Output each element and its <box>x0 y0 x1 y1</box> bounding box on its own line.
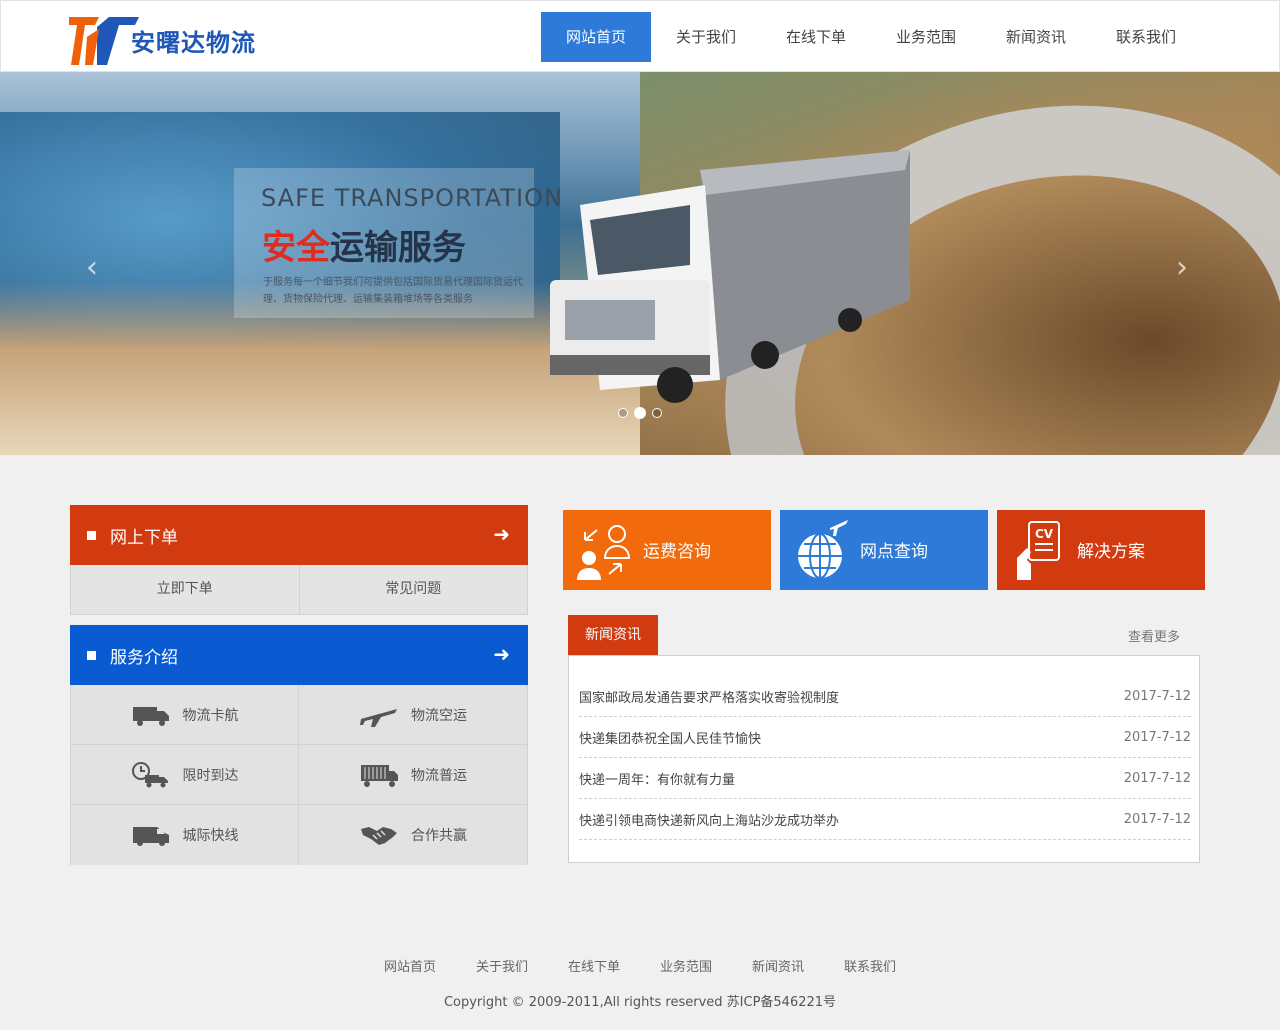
banner-description: 于服务每一个细节我们可提供包括国际货易代理国际货运代理、货物保险代理、运输集装箱… <box>263 277 523 305</box>
service-label: 城际快线 <box>182 828 239 844</box>
service-label: 物流卡航 <box>182 707 239 724</box>
service-item-general[interactable]: 物流普运 <box>299 745 527 805</box>
arrow-right-icon[interactable]: ➜ <box>493 642 510 666</box>
main-nav: 网站首页 关于我们 在线下单 业务范围 新闻资讯 联系我们 <box>541 12 1201 62</box>
footer-link-business[interactable]: 业务范围 <box>660 956 712 975</box>
order-panel-header: 网上下单 ➜ <box>70 505 528 565</box>
consult-icon <box>577 525 631 580</box>
news-title: 快递集团恭祝全国人民佳节愉快 <box>579 731 762 747</box>
copyright: Copyright © 2009-2011,All rights reserve… <box>443 995 837 1010</box>
truck-icon <box>132 706 169 726</box>
news-title: 国家邮政局发通告要求严格落实收寄验视制度 <box>579 690 840 706</box>
truck-image <box>550 150 910 403</box>
service-item-truck[interactable]: 物流卡航 <box>71 685 299 745</box>
tile-solutions[interactable]: CV 解决方案 <box>997 510 1205 590</box>
news-item[interactable]: 国家邮政局发通告要求严格落实收寄验视制度 2017-7-12 <box>579 676 1191 717</box>
service-item-air[interactable]: 物流空运 <box>299 685 527 745</box>
slider-dot-2[interactable] <box>634 407 646 419</box>
news-item[interactable]: 快递引领电商快递新风向上海站沙龙成功举办 2017-7-12 <box>579 799 1191 840</box>
news-date: 2017-7-12 <box>1123 811 1191 827</box>
van-icon <box>132 827 169 846</box>
logo-mark-icon <box>69 17 139 65</box>
banner-next-icon[interactable]: › <box>1176 250 1188 285</box>
news-list: 国家邮政局发通告要求严格落实收寄验视制度 2017-7-12 快递集团恭祝全国人… <box>579 676 1191 840</box>
brand-name: 安曙达物流 <box>131 29 256 57</box>
airplane-icon <box>360 708 397 727</box>
news-date: 2017-7-12 <box>1123 729 1191 745</box>
tile-label: 解决方案 <box>1077 542 1145 562</box>
service-label: 合作共赢 <box>411 828 467 844</box>
banner-title-en: SAFE TRANSPORTATION <box>261 184 563 212</box>
svg-text:CV: CV <box>1035 527 1054 541</box>
globe-plane-icon <box>798 520 848 579</box>
service-panel-header: 服务介绍 ➜ <box>70 625 528 685</box>
nav-about[interactable]: 关于我们 <box>651 12 761 62</box>
news-date: 2017-7-12 <box>1123 770 1191 786</box>
banner-title-cn-red: 安全 <box>262 228 330 268</box>
service-label: 限时到达 <box>182 767 239 784</box>
news-title: 快递一周年：有你就有力量 <box>579 772 736 788</box>
news-title: 快递引领电商快递新风向上海站沙龙成功举办 <box>579 813 840 829</box>
order-buttons: 立即下单 常见问题 <box>70 565 528 615</box>
tile-freight-consult[interactable]: 运费咨询 <box>563 510 771 590</box>
tile-label: 网点查询 <box>860 542 928 562</box>
banner-title-cn: 安全运输服务 <box>262 220 466 269</box>
footer-link-contact[interactable]: 联系我们 <box>844 956 896 975</box>
arrow-right-icon[interactable]: ➜ <box>493 522 510 546</box>
service-label: 物流普运 <box>411 767 467 784</box>
news-item[interactable]: 快递一周年：有你就有力量 2017-7-12 <box>579 758 1191 799</box>
tile-label: 运费咨询 <box>643 542 711 562</box>
service-label: 物流空运 <box>411 707 467 724</box>
news-tab[interactable]: 新闻资讯 <box>568 615 658 655</box>
cv-icon: CV <box>1017 521 1060 580</box>
faq-button[interactable]: 常见问题 <box>298 565 527 614</box>
handshake-icon <box>361 827 397 845</box>
service-item-intercity[interactable]: 城际快线 <box>71 805 299 865</box>
nav-business[interactable]: 业务范围 <box>871 12 981 62</box>
footer-link-home[interactable]: 网站首页 <box>384 956 436 975</box>
order-panel-title: 网上下单 <box>110 528 178 548</box>
news-date: 2017-7-12 <box>1123 688 1191 704</box>
nav-order[interactable]: 在线下单 <box>761 12 871 62</box>
slider-dots <box>618 407 662 419</box>
hero-banner: SAFE TRANSPORTATION 安全运输服务 于服务每一个细节我们可提供… <box>0 72 1280 455</box>
slider-dot-3[interactable] <box>652 408 662 418</box>
news-box: 国家邮政局发通告要求严格落实收寄验视制度 2017-7-12 快递集团恭祝全国人… <box>568 655 1200 863</box>
slider-dot-1[interactable] <box>618 408 628 418</box>
footer-link-news[interactable]: 新闻资讯 <box>752 956 804 975</box>
service-item-cooperation[interactable]: 合作共赢 <box>299 805 527 865</box>
nav-home[interactable]: 网站首页 <box>541 12 651 62</box>
nav-news[interactable]: 新闻资讯 <box>981 12 1091 62</box>
square-bullet-icon <box>87 651 96 660</box>
footer-link-about[interactable]: 关于我们 <box>476 956 528 975</box>
nav-contact[interactable]: 联系我们 <box>1091 12 1201 62</box>
footer-link-order[interactable]: 在线下单 <box>568 956 620 975</box>
clock-truck-icon <box>131 761 168 787</box>
logo[interactable]: 安曙达物流 <box>69 13 269 67</box>
service-grid: 物流卡航 物流空运 限时到达 物流普运 城际快线 合作共赢 <box>70 685 528 865</box>
service-item-timed[interactable]: 限时到达 <box>71 745 299 805</box>
tile-branch-search[interactable]: 网点查询 <box>780 510 988 590</box>
site-header: 安曙达物流 网站首页 关于我们 在线下单 业务范围 新闻资讯 联系我们 <box>0 0 1280 72</box>
news-more-link[interactable]: 查看更多 <box>1128 626 1180 645</box>
order-now-button[interactable]: 立即下单 <box>71 565 299 614</box>
banner-title-cn-dark: 运输服务 <box>330 228 466 268</box>
square-bullet-icon <box>87 531 96 540</box>
news-item[interactable]: 快递集团恭祝全国人民佳节愉快 2017-7-12 <box>579 717 1191 758</box>
container-icon <box>361 764 398 787</box>
banner-prev-icon[interactable]: ‹ <box>86 250 98 285</box>
footer-nav: 网站首页 关于我们 在线下单 业务范围 新闻资讯 联系我们 <box>0 956 1280 975</box>
service-panel-title: 服务介绍 <box>110 648 178 668</box>
